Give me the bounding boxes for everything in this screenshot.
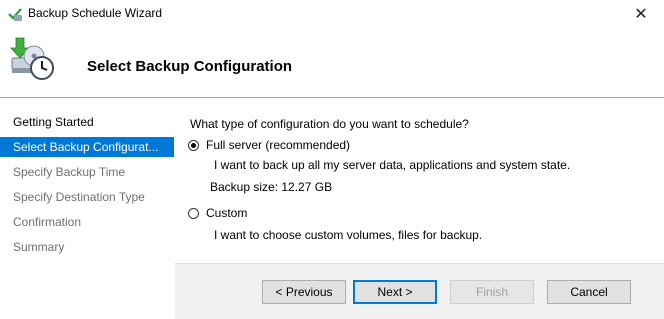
full-server-description: I want to back up all my server data, ap… bbox=[214, 158, 571, 172]
backup-wizard-app-icon bbox=[8, 8, 22, 21]
cancel-button[interactable]: Cancel bbox=[547, 280, 631, 304]
nav-step-specify-backup-time[interactable]: Specify Backup Time bbox=[0, 162, 174, 182]
full-server-radio[interactable] bbox=[188, 140, 199, 151]
custom-label[interactable]: Custom bbox=[206, 206, 247, 220]
nav-step-select-backup-configuration[interactable]: Select Backup Configurat... bbox=[0, 137, 174, 157]
nav-step-specify-destination-type[interactable]: Specify Destination Type bbox=[0, 187, 174, 207]
custom-radio[interactable] bbox=[188, 208, 199, 219]
title-bar: Backup Schedule Wizard ✕ bbox=[0, 0, 664, 28]
backup-size-text: Backup size: 12.27 GB bbox=[210, 180, 333, 194]
full-server-label[interactable]: Full server (recommended) bbox=[206, 138, 350, 152]
wizard-header: Select Backup Configuration bbox=[0, 28, 664, 98]
custom-description: I want to choose custom volumes, files f… bbox=[214, 228, 483, 242]
window-title: Backup Schedule Wizard bbox=[28, 6, 163, 20]
close-button[interactable]: ✕ bbox=[618, 0, 664, 28]
configuration-question: What type of configuration do you want t… bbox=[190, 117, 469, 131]
next-button[interactable]: Next > bbox=[353, 280, 437, 304]
backup-schedule-icon bbox=[10, 37, 54, 80]
wizard-steps-nav: Getting Started Select Backup Configurat… bbox=[0, 98, 174, 319]
main-content: What type of configuration do you want t… bbox=[175, 98, 664, 263]
nav-step-summary[interactable]: Summary bbox=[0, 237, 174, 257]
page-title: Select Backup Configuration bbox=[87, 58, 293, 75]
close-icon: ✕ bbox=[634, 6, 648, 23]
nav-step-confirmation[interactable]: Confirmation bbox=[0, 212, 174, 232]
nav-step-getting-started[interactable]: Getting Started bbox=[0, 112, 174, 132]
finish-button[interactable]: Finish bbox=[450, 280, 534, 304]
previous-button[interactable]: < Previous bbox=[262, 280, 346, 304]
